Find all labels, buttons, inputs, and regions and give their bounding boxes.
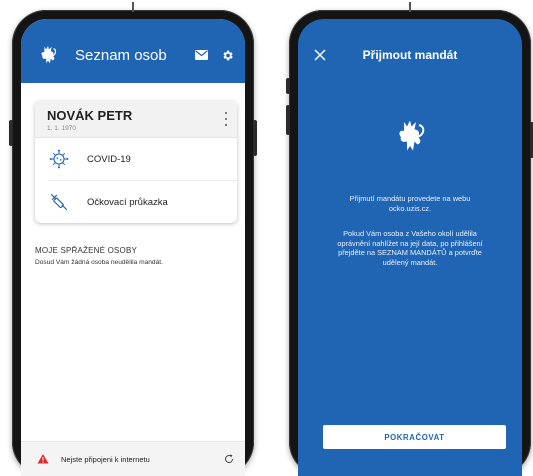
czech-lion-icon xyxy=(399,120,425,151)
card-item-label: Očkovací průkazka xyxy=(87,196,168,208)
more-options-icon[interactable] xyxy=(223,112,229,126)
people-screen: Seznam osob NOVÁK PETR 1. 1. 1970 COVID-… xyxy=(21,19,245,476)
card-item-label: COVID-19 xyxy=(87,153,131,165)
instruction-web: Přijmutí mandátu provedete na webu ocko.… xyxy=(349,194,471,213)
app-bar: Přijmout mandát xyxy=(298,19,522,83)
close-icon[interactable] xyxy=(314,49,326,61)
section-title: MOJE SPŘAŽENÉ OSOBY xyxy=(35,246,138,255)
phone-side-button xyxy=(9,120,13,146)
phone-top-mark xyxy=(132,2,134,12)
syringe-icon xyxy=(50,193,68,211)
empty-state-text: Dosud Vám žádná osoba neudělila mandát. xyxy=(35,259,163,266)
person-card-header: NOVÁK PETR 1. 1. 1970 xyxy=(35,101,237,138)
app-bar: Seznam osob xyxy=(21,19,245,83)
continue-button[interactable]: POKRAČOVAT xyxy=(323,425,506,449)
card-item-vaccination-card[interactable]: Očkovací průkazka xyxy=(49,180,237,223)
phone-top-mark xyxy=(409,2,411,12)
person-birth-date: 1. 1. 1970 xyxy=(47,125,76,132)
person-card[interactable]: NOVÁK PETR 1. 1. 1970 COVID-19 Očkovací … xyxy=(35,101,237,223)
phone-frame-left: Seznam osob NOVÁK PETR 1. 1. 1970 COVID-… xyxy=(9,2,257,476)
person-name: NOVÁK PETR xyxy=(47,108,133,123)
phone-side-button xyxy=(286,105,290,135)
gear-icon[interactable] xyxy=(219,47,235,63)
warning-icon xyxy=(37,454,49,464)
phone-side-button xyxy=(286,78,290,94)
offline-banner: Nejste připojeni k internetu xyxy=(21,441,245,476)
card-item-covid[interactable]: COVID-19 xyxy=(35,138,237,180)
phone-frame-right: Přijmout mandát Přijmutí mandátu provede… xyxy=(286,2,533,476)
instruction-mandate: Pokud Vám osoba z Vašeho okolí udělila o… xyxy=(337,229,483,267)
mandate-screen: Přijmout mandát Přijmutí mandátu provede… xyxy=(298,19,522,476)
phone-side-button xyxy=(253,120,257,156)
mail-icon[interactable] xyxy=(193,47,209,63)
virus-icon xyxy=(49,149,69,169)
czech-lion-icon xyxy=(41,45,57,64)
refresh-icon[interactable] xyxy=(223,453,235,465)
offline-message: Nejste připojeni k internetu xyxy=(61,454,150,464)
page-title: Přijmout mandát xyxy=(362,48,458,62)
people-content: NOVÁK PETR 1. 1. 1970 COVID-19 Očkovací … xyxy=(21,83,245,476)
page-title: Seznam osob xyxy=(75,46,167,64)
